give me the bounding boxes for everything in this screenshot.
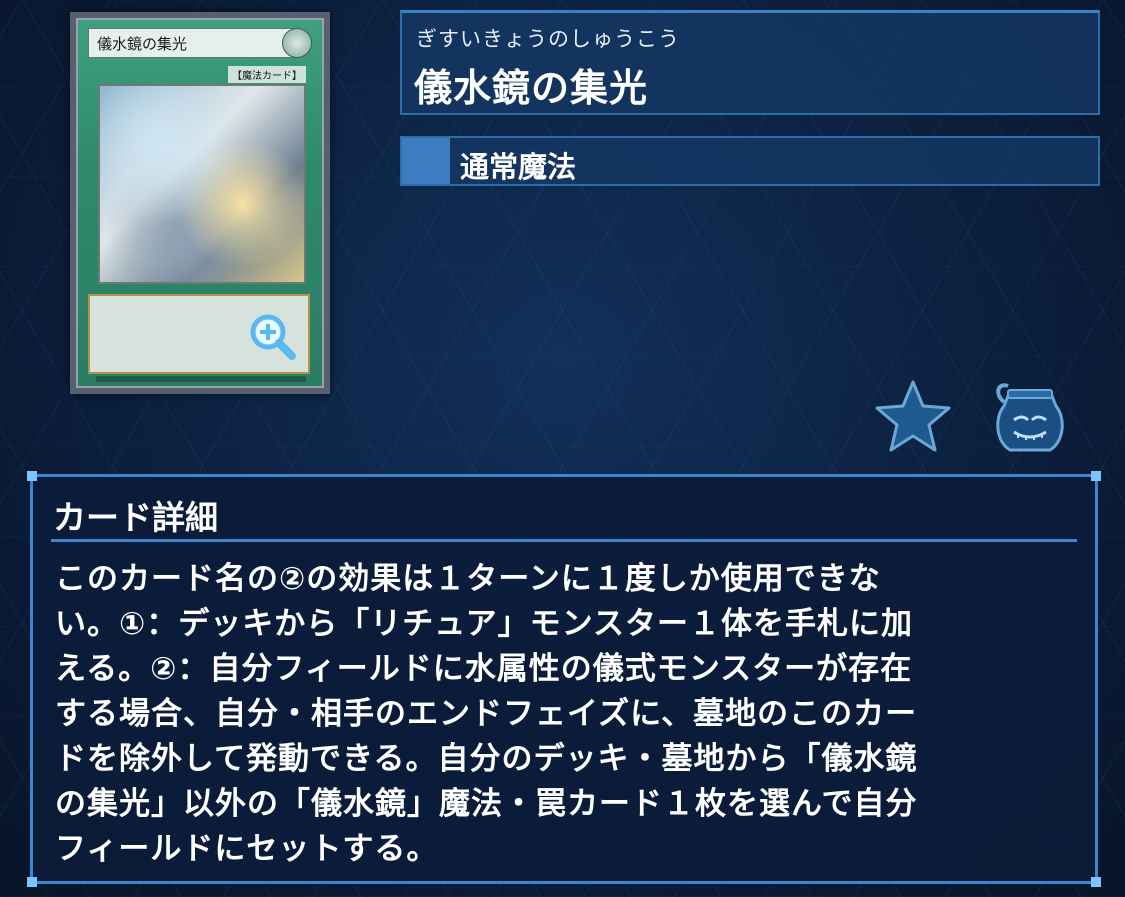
card-text-box <box>88 294 310 374</box>
type-marker <box>402 138 450 184</box>
card-image[interactable]: 儀水鏡の集光 【魔法カード】 <box>70 12 330 394</box>
star-icon[interactable] <box>873 378 953 452</box>
pot-of-greed-icon[interactable] <box>990 376 1070 456</box>
card-name-panel: ぎすいきょうのしゅうこう 儀水鏡の集光 <box>400 10 1100 115</box>
panel-corner-decoration <box>27 877 37 887</box>
spell-attribute-icon <box>282 28 312 58</box>
card-type-label: 通常魔法 <box>460 150 577 184</box>
panel-corner-decoration <box>1091 877 1101 887</box>
panel-corner-decoration <box>1091 471 1101 481</box>
divider <box>51 539 1077 542</box>
panel-corner-decoration <box>27 471 37 481</box>
card-reading: ぎすいきょうのしゅうこう <box>416 27 680 51</box>
card-footer-strip <box>96 376 306 382</box>
card-artwork <box>98 84 306 284</box>
detail-heading: カード詳細 <box>53 498 218 537</box>
card-name-on-card: 儀水鏡の集光 <box>88 28 294 58</box>
card-type-on-card: 【魔法カード】 <box>228 66 306 83</box>
card-title: 儀水鏡の集光 <box>414 66 649 110</box>
card-type-panel: 通常魔法 <box>400 136 1100 186</box>
zoom-in-icon[interactable] <box>246 310 298 362</box>
card-detail-panel[interactable]: カード詳細 このカード名の②の効果は１ターンに１度しか使用できな い。①：デッキ… <box>27 471 1101 887</box>
card-effect-text: このカード名の②の効果は１ターンに１度しか使用できな い。①：デッキから「リチュ… <box>55 561 918 867</box>
